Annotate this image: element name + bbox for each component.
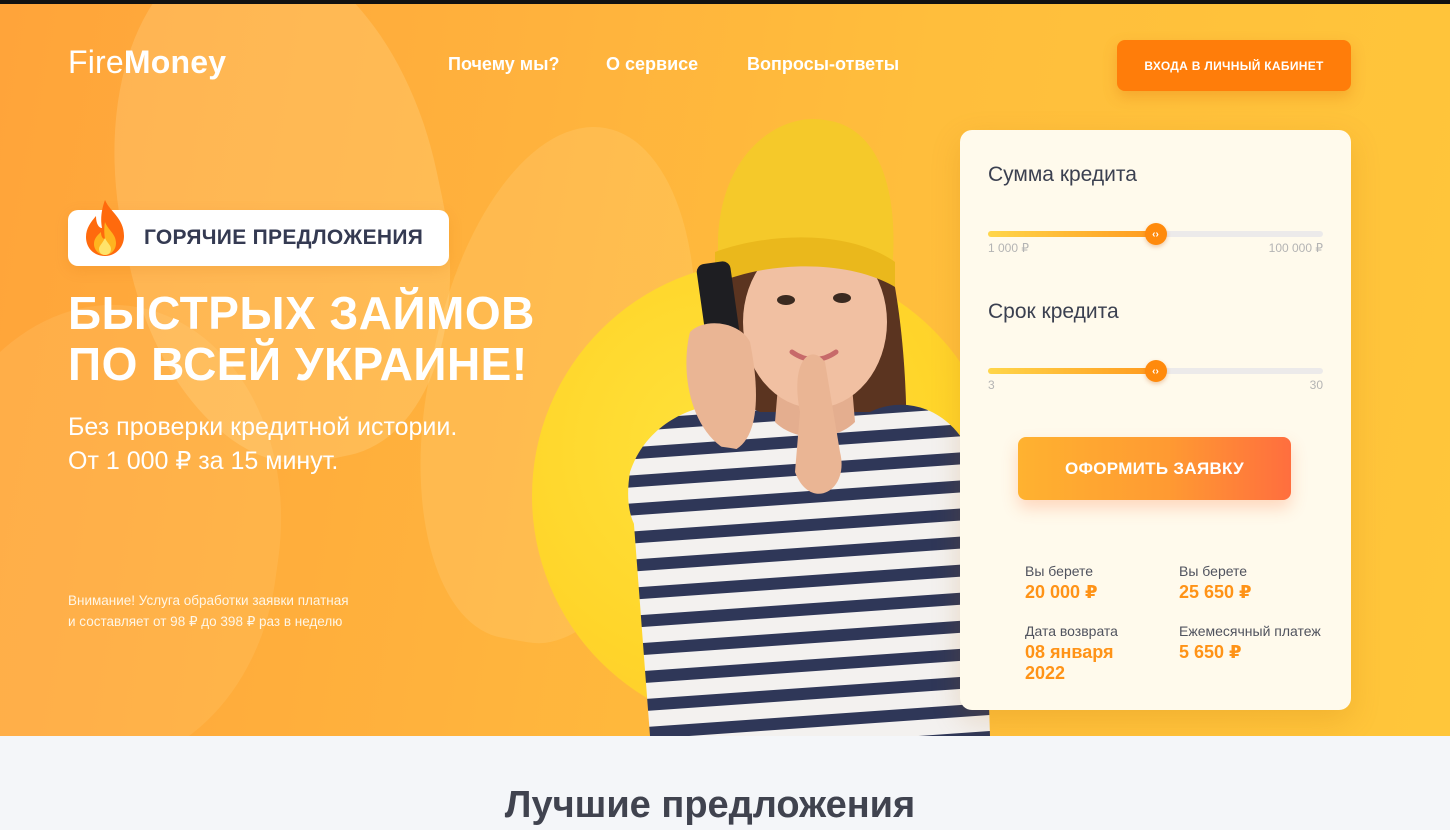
return-date-value: 08 января 2022 [1025, 642, 1165, 684]
loan-term-min-label: 3 [988, 378, 995, 392]
loan-calculator-card: Сумма кредита ‹› 1 000 ₽ 100 000 ₽ Срок … [960, 130, 1351, 710]
loan-amount-min-label: 1 000 ₽ [988, 241, 1029, 255]
loan-term-title: Срок кредита [988, 300, 1119, 323]
loan-amount-slider[interactable]: ‹› [988, 223, 1323, 245]
take-amount-label: Вы берете [1025, 563, 1094, 579]
take-amount-value: 20 000 ₽ [1025, 582, 1098, 602]
personal-cabinet-button[interactable]: ВХОДА В ЛИЧНЫЙ КАБИНЕТ [1117, 40, 1351, 91]
loan-amount-max-label: 100 000 ₽ [1268, 241, 1323, 255]
return-date-line: 08 января [1025, 642, 1114, 662]
hot-offers-badge: ГОРЯЧИЕ ПРЕДЛОЖЕНИЯ [68, 200, 449, 266]
loan-amount-slider-fill [988, 231, 1156, 237]
hero-subtitle: Без проверки кредитной истории. От 1 000… [68, 410, 457, 478]
logo-part-fire: Fire [68, 44, 124, 80]
badge-label: ГОРЯЧИЕ ПРЕДЛОЖЕНИЯ [144, 226, 424, 249]
total-amount-label: Вы берете [1179, 563, 1248, 579]
notice-line: и составляет от 98 ₽ до 398 ₽ раз в неде… [68, 614, 343, 629]
monthly-payment-value: 5 650 ₽ [1179, 642, 1242, 662]
subtitle-line: Без проверки кредитной истории. [68, 413, 458, 441]
logo-part-money: Money [123, 44, 227, 80]
subtitle-line: От 1 000 ₽ за 15 минут. [68, 447, 339, 475]
best-offers-heading: Лучшие предложения [504, 784, 916, 826]
fire-icon [86, 200, 124, 256]
loan-amount-slider-thumb[interactable]: ‹› [1144, 223, 1167, 245]
return-date-line: 2022 [1025, 663, 1066, 683]
hero-section: FireMoney Почему мы? О сервисе Вопросы-о… [0, 4, 1450, 736]
apply-button[interactable]: ОФОРМИТЬ ЗАЯВКУ [1018, 437, 1291, 500]
return-date-label: Дата возврата [1025, 623, 1118, 639]
loan-term-slider[interactable]: ‹› [988, 360, 1323, 382]
loan-term-max-label: 30 [1309, 378, 1323, 392]
logo[interactable]: FireMoney [68, 44, 226, 81]
headline-line: БЫСТРЫХ ЗАЙМОВ [68, 287, 535, 339]
notice-line: Внимание! Услуга обработки заявки платна… [68, 593, 349, 608]
hero-headline: БЫСТРЫХ ЗАЙМОВ ПО ВСЕЙ УКРАИНЕ! [68, 288, 535, 390]
woman-with-phone-photo [628, 119, 990, 736]
total-amount-value: 25 650 ₽ [1179, 582, 1252, 602]
loan-term-slider-thumb[interactable]: ‹› [1144, 360, 1167, 382]
nav-link-about-service[interactable]: О сервисе [606, 54, 698, 75]
loan-amount-title: Сумма кредита [988, 163, 1137, 186]
nav-link-faq[interactable]: Вопросы-ответы [747, 54, 899, 75]
monthly-payment-label: Ежемесячный платеж [1179, 623, 1321, 639]
nav-link-why-us[interactable]: Почему мы? [448, 54, 559, 75]
loan-term-slider-fill [988, 368, 1156, 374]
fee-notice: Внимание! Услуга обработки заявки платна… [68, 590, 349, 632]
headline-line: ПО ВСЕЙ УКРАИНЕ! [68, 338, 528, 390]
